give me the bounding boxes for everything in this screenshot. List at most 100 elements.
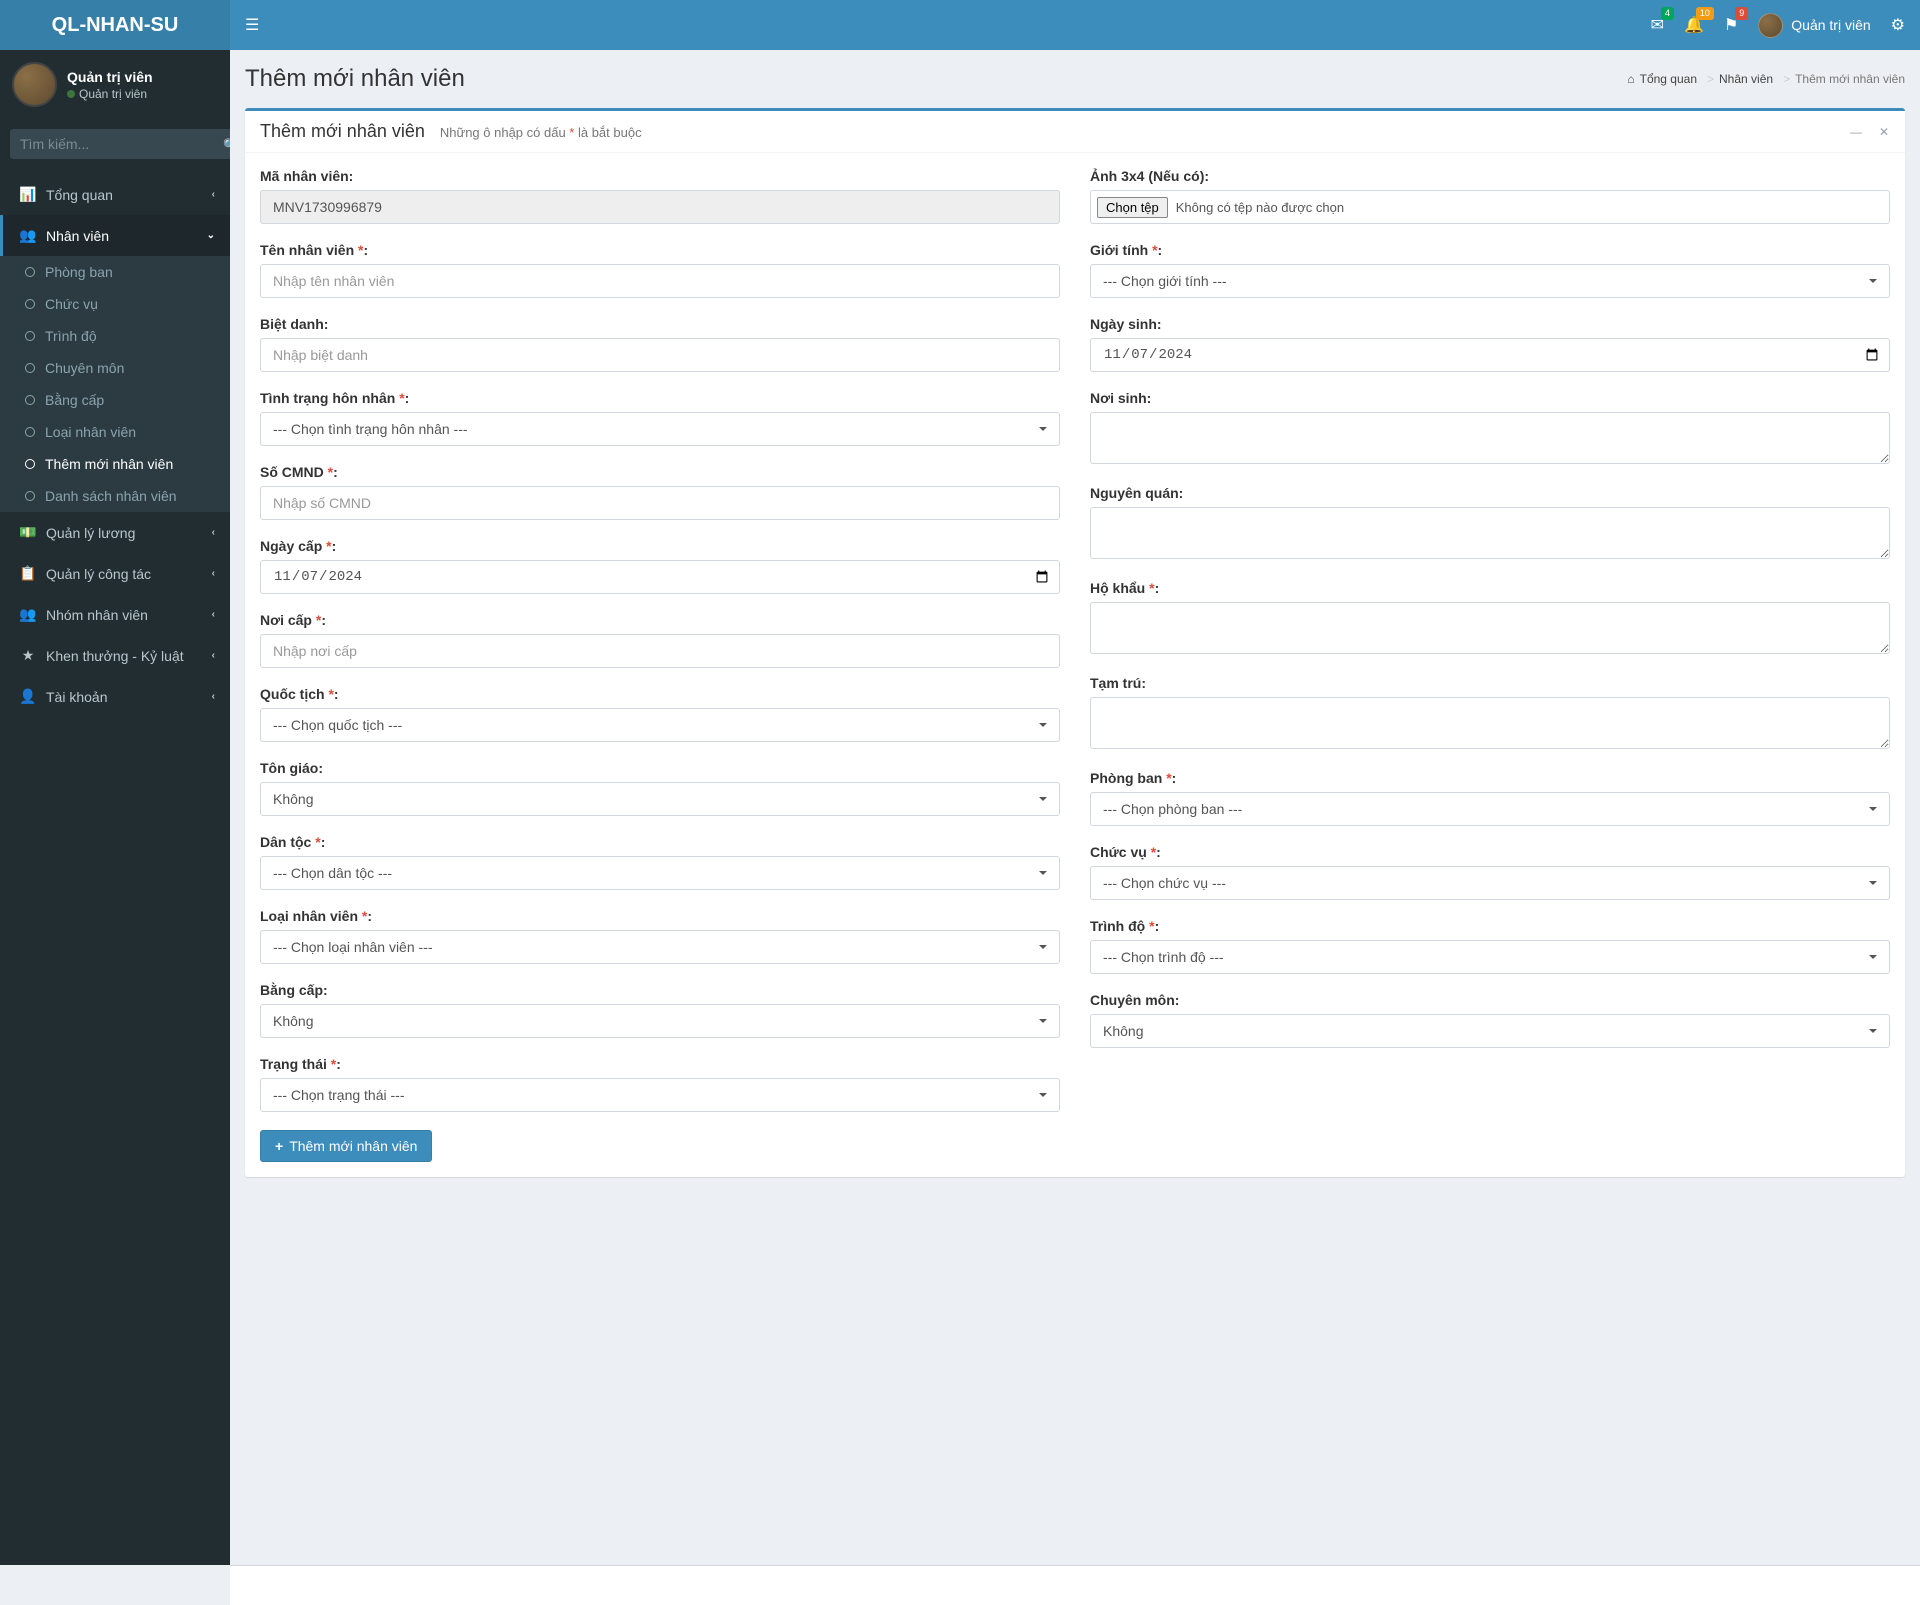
select-bang-cap[interactable]: Không	[260, 1004, 1060, 1038]
select-dan-toc[interactable]: --- Chọn dân tộc ---	[260, 856, 1060, 890]
circle-icon	[25, 299, 35, 309]
settings-icon[interactable]	[1891, 15, 1905, 35]
bell-icon[interactable]: 10	[1684, 15, 1704, 35]
label-noi-cap: Nơi cấp *:	[260, 612, 1060, 628]
field-tam-tru: Tạm trú:	[1090, 675, 1890, 752]
select-hon-nhan[interactable]: --- Chọn tình trạng hôn nhân ---	[260, 412, 1060, 446]
box-title: Thêm mới nhân viên	[260, 121, 425, 142]
circle-icon	[25, 427, 35, 437]
collapse-button[interactable]: —	[1844, 121, 1868, 143]
navbar-right: 4 10 9 Quản trị viên	[1651, 13, 1905, 38]
textarea-ho-khau[interactable]	[1090, 602, 1890, 654]
search-button[interactable]	[211, 129, 230, 159]
select-ton-giao[interactable]: Không	[260, 782, 1060, 816]
box-header: Thêm mới nhân viên Những ô nhập có dấu *…	[245, 111, 1905, 153]
sidebar-item-tai-khoan[interactable]: Tài khoản	[0, 676, 230, 717]
submenu-danh-sach[interactable]: Danh sách nhân viên	[0, 480, 230, 512]
main-header: QL-NHAN-SU 4 10 9 Quản trị viên	[0, 0, 1920, 50]
label-quoc-tich: Quốc tịch *:	[260, 686, 1060, 702]
input-ngay-sinh[interactable]	[1090, 338, 1890, 372]
textarea-noi-sinh[interactable]	[1090, 412, 1890, 464]
submenu-them-moi[interactable]: Thêm mới nhân viên	[0, 448, 230, 480]
label-ngay-sinh: Ngày sinh:	[1090, 316, 1890, 332]
field-cmnd: Số CMND *:	[260, 464, 1060, 520]
sidebar-item-nhan-vien[interactable]: Nhân viên Phòng ban Chức vụ Trình độ Chu…	[0, 215, 230, 512]
label-cmnd: Số CMND *:	[260, 464, 1060, 480]
submenu-bang-cap[interactable]: Bằng cấp	[0, 384, 230, 416]
label-ten-nhan-vien: Tên nhân viên *:	[260, 242, 1060, 258]
sidebar-toggle-icon[interactable]	[245, 15, 259, 35]
field-dan-toc: Dân tộc *: --- Chọn dân tộc ---	[260, 834, 1060, 890]
submenu-chuyen-mon[interactable]: Chuyên môn	[0, 352, 230, 384]
close-button[interactable]: ✕	[1873, 121, 1895, 143]
label-phong-ban: Phòng ban *:	[1090, 770, 1890, 786]
field-hon-nhan: Tình trạng hôn nhân *: --- Chọn tình trạ…	[260, 390, 1060, 446]
content: Thêm mới nhân viên Những ô nhập có dấu *…	[230, 108, 1920, 1192]
label-noi-sinh: Nơi sinh:	[1090, 390, 1890, 406]
select-trang-thai[interactable]: --- Chọn trạng thái ---	[260, 1078, 1060, 1112]
submenu-chuc-vu[interactable]: Chức vụ	[0, 288, 230, 320]
search-input[interactable]	[10, 129, 211, 159]
logo[interactable]: QL-NHAN-SU	[0, 0, 230, 50]
submenu-phong-ban[interactable]: Phòng ban	[0, 256, 230, 288]
page-title: Thêm mới nhân viên	[245, 65, 465, 93]
sidebar-item-tong-quan[interactable]: Tổng quan	[0, 174, 230, 215]
select-chuyen-mon[interactable]: Không	[1090, 1014, 1890, 1048]
box-subtitle: Những ô nhập có dấu * là bắt buộc	[440, 125, 642, 140]
input-ngay-cap[interactable]	[260, 560, 1060, 594]
submit-button[interactable]: Thêm mới nhân viên	[260, 1130, 432, 1162]
chevron-left-icon	[212, 609, 215, 620]
chevron-left-icon	[212, 650, 215, 661]
input-ten-nhan-vien[interactable]	[260, 264, 1060, 298]
select-chuc-vu[interactable]: --- Chọn chức vụ ---	[1090, 866, 1890, 900]
input-noi-cap[interactable]	[260, 634, 1060, 668]
submenu-trinh-do[interactable]: Trình độ	[0, 320, 230, 352]
search-icon	[223, 137, 230, 152]
select-trinh-do[interactable]: --- Chọn trình độ ---	[1090, 940, 1890, 974]
plus-icon	[275, 1138, 283, 1154]
textarea-nguyen-quan[interactable]	[1090, 507, 1890, 559]
content-wrapper: Thêm mới nhân viên Tổng quan Nhân viên T…	[230, 50, 1920, 1565]
field-ngay-sinh: Ngày sinh:	[1090, 316, 1890, 372]
submenu-loai-nhan-vien[interactable]: Loại nhân viên	[0, 416, 230, 448]
navbar: 4 10 9 Quản trị viên	[230, 0, 1920, 50]
select-phong-ban[interactable]: --- Chọn phòng ban ---	[1090, 792, 1890, 826]
submenu-nhan-vien: Phòng ban Chức vụ Trình độ Chuyên môn Bằ…	[0, 256, 230, 512]
breadcrumb-home[interactable]: Tổng quan	[1627, 72, 1714, 86]
select-loai-nv[interactable]: --- Chọn loại nhân viên ---	[260, 930, 1060, 964]
logo-text: QL-NHAN-SU	[52, 14, 179, 37]
field-gioi-tinh: Giới tính *: --- Chọn giới tính ---	[1090, 242, 1890, 298]
input-biet-danh[interactable]	[260, 338, 1060, 372]
clipboard-icon	[18, 565, 38, 582]
select-gioi-tinh[interactable]: --- Chọn giới tính ---	[1090, 264, 1890, 298]
textarea-tam-tru[interactable]	[1090, 697, 1890, 749]
label-trinh-do: Trình độ *:	[1090, 918, 1890, 934]
dashboard-icon	[18, 186, 38, 203]
sidebar-search	[0, 119, 230, 169]
breadcrumb-nhan-vien[interactable]: Nhân viên	[1719, 72, 1790, 86]
sidebar-item-nhom-nhan-vien[interactable]: Nhóm nhân viên	[0, 594, 230, 635]
field-ma-nhan-vien: Mã nhân viên:	[260, 168, 1060, 224]
sidebar-menu: Tổng quan Nhân viên Phòng ban Chức vụ Tr…	[0, 174, 230, 717]
file-choose-button[interactable]: Chọn tệp	[1097, 197, 1168, 218]
file-status-text: Không có tệp nào được chọn	[1176, 200, 1344, 215]
sidebar-user-name: Quản trị viên	[67, 69, 153, 85]
user-menu[interactable]: Quản trị viên	[1758, 13, 1870, 38]
label-loai-nv: Loại nhân viên *:	[260, 908, 1060, 924]
label-chuc-vu: Chức vụ *:	[1090, 844, 1890, 860]
flag-icon[interactable]: 9	[1724, 15, 1738, 35]
chevron-left-icon	[212, 568, 215, 579]
sidebar-item-quan-ly-cong-tac[interactable]: Quản lý công tác	[0, 553, 230, 594]
circle-icon	[25, 491, 35, 501]
select-quoc-tich[interactable]: --- Chọn quốc tịch ---	[260, 708, 1060, 742]
sidebar-item-quan-ly-luong[interactable]: Quản lý lương	[0, 512, 230, 553]
content-header: Thêm mới nhân viên Tổng quan Nhân viên T…	[230, 50, 1920, 108]
field-loai-nhan-vien: Loại nhân viên *: --- Chọn loại nhân viê…	[260, 908, 1060, 964]
input-cmnd[interactable]	[260, 486, 1060, 520]
field-noi-cap: Nơi cấp *:	[260, 612, 1060, 668]
user-icon	[18, 688, 38, 705]
mail-icon[interactable]: 4	[1651, 15, 1664, 35]
sidebar-item-khen-thuong[interactable]: Khen thưởng - Kỷ luật	[0, 635, 230, 676]
field-trang-thai: Trạng thái *: --- Chọn trạng thái ---	[260, 1056, 1060, 1112]
form-box: Thêm mới nhân viên Những ô nhập có dấu *…	[245, 108, 1905, 1177]
